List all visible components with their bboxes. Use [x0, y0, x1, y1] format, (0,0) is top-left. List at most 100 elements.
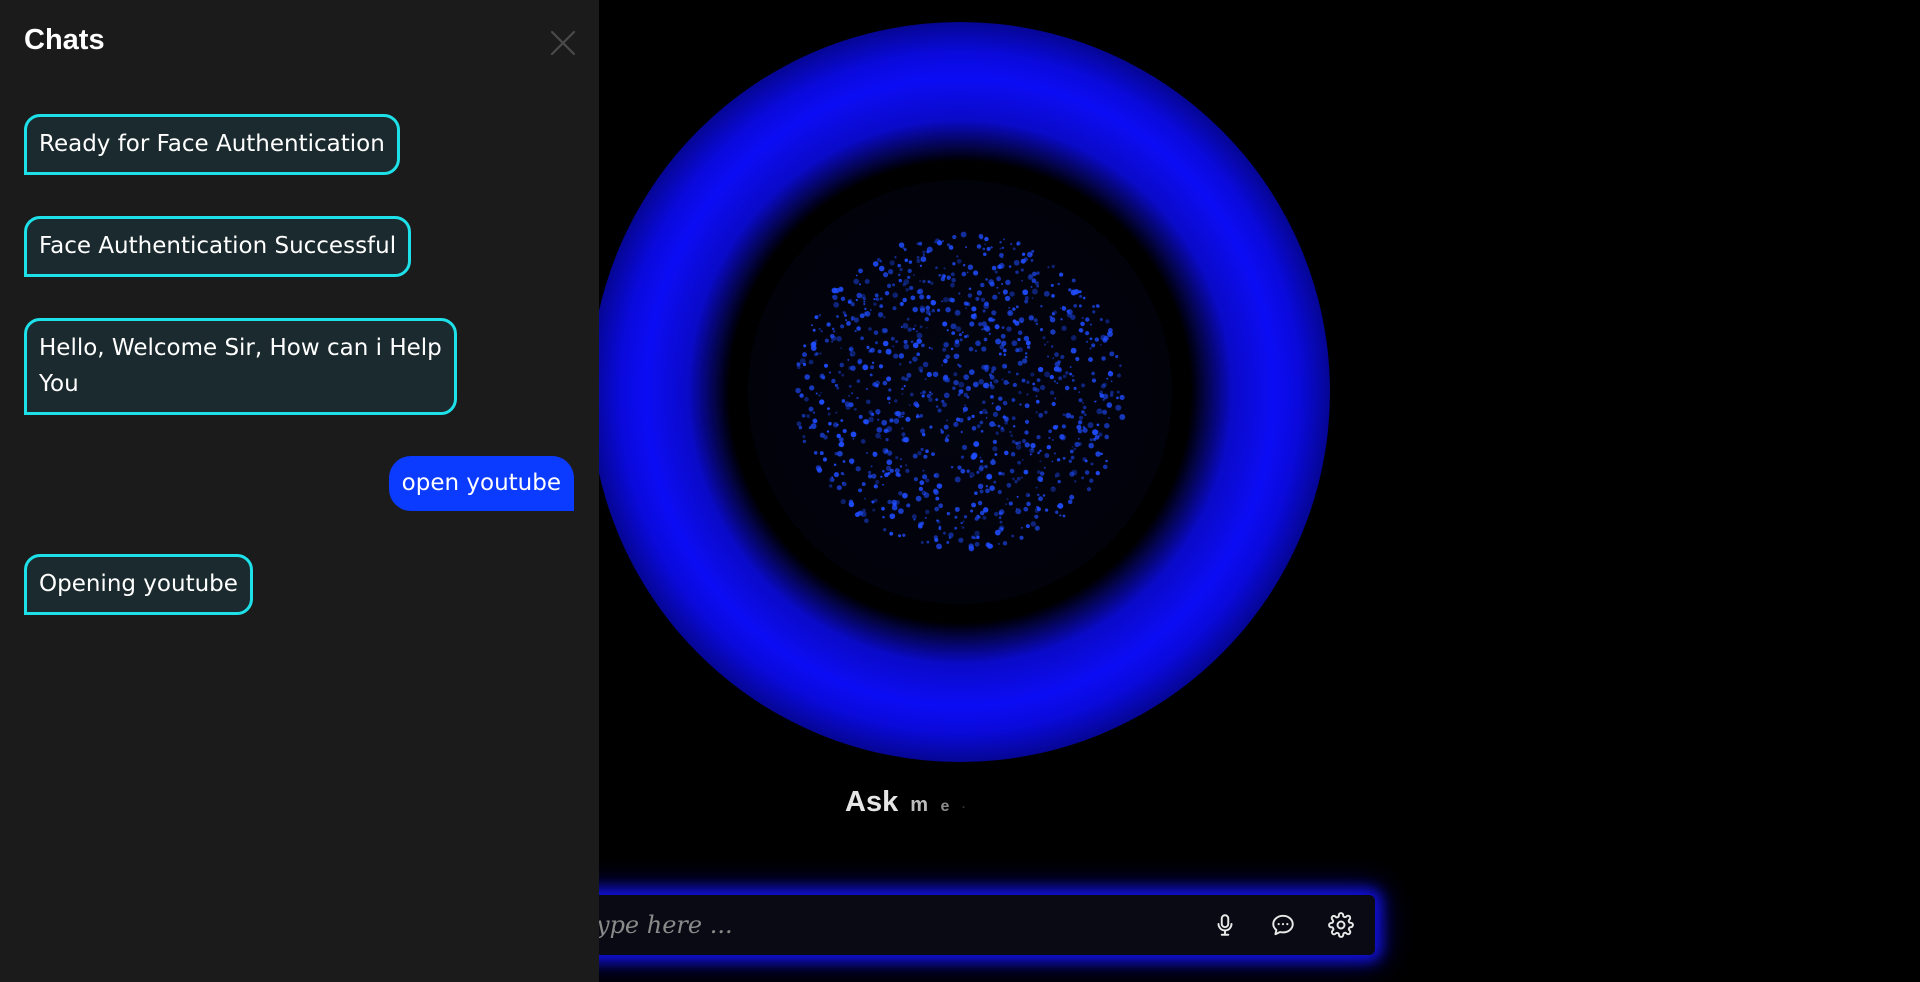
- orb-particle: [971, 502, 977, 508]
- orb-particle: [850, 302, 855, 307]
- orb-particle: [903, 343, 910, 350]
- orb-particle: [977, 483, 984, 490]
- orb-particle: [924, 377, 927, 381]
- orb-particle: [1095, 430, 1099, 434]
- orb-particle: [1000, 427, 1005, 433]
- orb-particle: [989, 485, 995, 491]
- orb-particle: [833, 422, 839, 428]
- orb-particle: [1044, 343, 1047, 346]
- orb-particle: [1027, 274, 1033, 280]
- orb-particle: [956, 255, 959, 258]
- orb-particle: [1099, 343, 1102, 346]
- orb-particle: [961, 526, 965, 529]
- orb-particle: [983, 337, 988, 342]
- orb-particle: [980, 297, 986, 302]
- orb-particle: [946, 419, 949, 422]
- orb-particle: [1001, 246, 1004, 249]
- message-input[interactable]: [560, 894, 1201, 956]
- orb-particle: [806, 414, 811, 418]
- orb-particle: [1037, 366, 1044, 373]
- orb-particle: [943, 392, 950, 399]
- orb-particle: [903, 339, 908, 344]
- orb-particle: [954, 506, 960, 512]
- orb-particle: [910, 340, 914, 344]
- orb-particle: [1020, 268, 1024, 272]
- orb-particle: [946, 243, 951, 247]
- orb-particle: [1020, 320, 1023, 324]
- orb-particle: [986, 247, 991, 251]
- orb-particle: [818, 327, 821, 331]
- orb-particle: [804, 374, 810, 380]
- orb-particle: [991, 310, 997, 316]
- orb-particle: [871, 361, 875, 364]
- orb-particle: [965, 334, 969, 338]
- close-sidebar-button[interactable]: [548, 28, 578, 58]
- orb-particle: [927, 280, 931, 284]
- orb-particle: [993, 511, 999, 517]
- orb-particle: [812, 328, 816, 332]
- orb-particle: [796, 365, 801, 370]
- orb-particle: [856, 396, 859, 400]
- orb-particle: [889, 531, 894, 536]
- orb-particle: [1009, 291, 1015, 297]
- orb-particle: [843, 313, 848, 317]
- orb-particle: [1030, 285, 1033, 288]
- orb-particle: [979, 456, 982, 459]
- orb-particle: [1078, 398, 1083, 403]
- orb-particle: [1049, 390, 1055, 395]
- orb-particle: [946, 511, 951, 516]
- orb-particle: [801, 413, 806, 418]
- orb-particle: [978, 233, 984, 239]
- orb-particle: [889, 260, 895, 266]
- chat-button[interactable]: [1259, 901, 1307, 949]
- orb-particle: [836, 386, 840, 390]
- orb-particle: [895, 456, 899, 460]
- orb-particle: [971, 414, 975, 419]
- orb-particle: [1078, 304, 1082, 308]
- orb-particle: [993, 480, 997, 484]
- orb-particle: [1054, 426, 1058, 430]
- orb-particle: [913, 518, 916, 521]
- orb-particle: [1006, 482, 1012, 488]
- orb-particle: [997, 542, 1000, 545]
- orb-particle: [831, 327, 835, 331]
- orb-particle: [963, 374, 970, 380]
- orb-particle: [846, 321, 851, 326]
- orb-particle: [983, 382, 990, 389]
- orb-particle: [940, 546, 942, 549]
- orb-particle: [923, 492, 930, 498]
- orb-particle: [988, 373, 992, 377]
- orb-particle: [1099, 318, 1103, 321]
- mic-button[interactable]: [1201, 901, 1249, 949]
- orb-particle: [994, 270, 998, 274]
- orb-particle: [892, 306, 897, 311]
- microphone-icon: [1217, 914, 1233, 936]
- orb-particle: [1094, 337, 1099, 342]
- orb-particle: [1051, 264, 1055, 269]
- orb-particle: [898, 362, 902, 366]
- orb-particle: [1012, 477, 1015, 481]
- orb-particle: [815, 392, 818, 395]
- orb-particle: [839, 362, 845, 368]
- orb-particle: [882, 515, 885, 519]
- orb-particle: [992, 411, 999, 418]
- orb-particle: [1052, 486, 1055, 489]
- orb-particle: [842, 311, 846, 315]
- orb-particle: [1006, 497, 1009, 501]
- orb-particle: [1016, 476, 1021, 481]
- orb-particle: [984, 236, 989, 242]
- orb-particle: [904, 377, 909, 382]
- orb-particle: [1046, 444, 1052, 450]
- orb-particle: [1036, 434, 1041, 440]
- orb-particle: [964, 404, 967, 407]
- orb-particle: [974, 541, 980, 547]
- orb-particle: [796, 421, 802, 427]
- settings-button[interactable]: [1317, 901, 1365, 949]
- orb-particle: [945, 377, 951, 383]
- orb-particle: [1051, 438, 1055, 442]
- orb-particle: [1015, 372, 1019, 376]
- orb-particle: [1030, 253, 1033, 256]
- orb-particle: [873, 330, 879, 336]
- orb-particle: [973, 536, 977, 540]
- orb-particle: [824, 338, 829, 343]
